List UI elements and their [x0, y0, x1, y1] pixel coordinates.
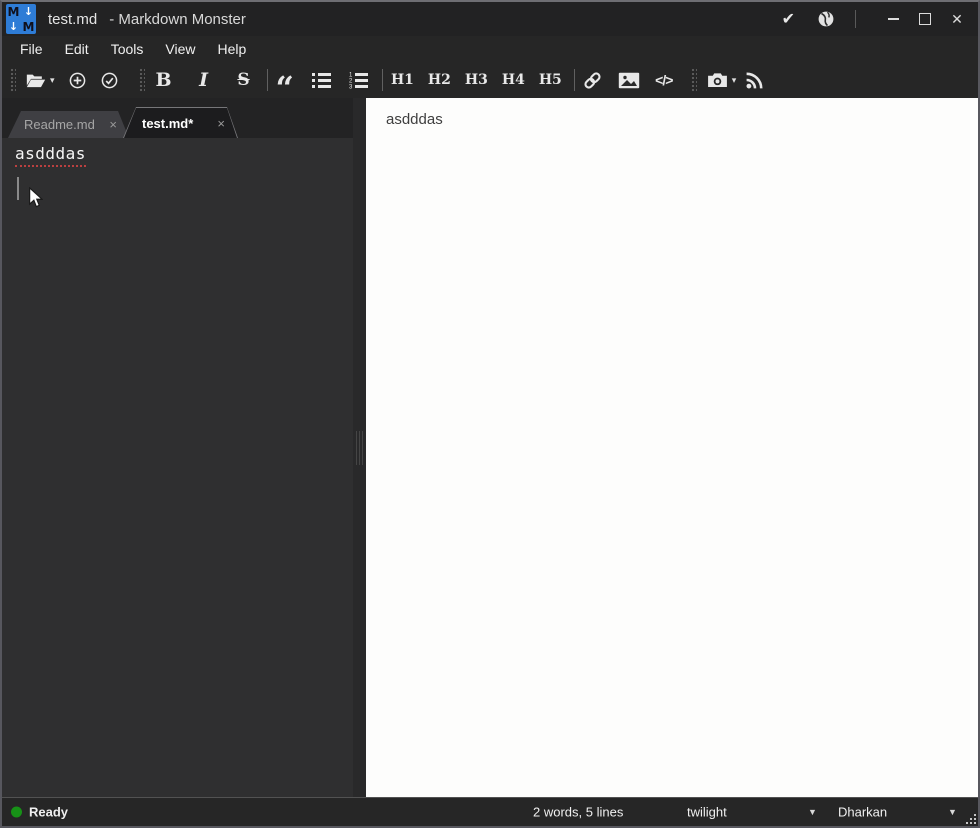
capture-dropdown-caret-icon[interactable]: ▾ [732, 75, 737, 86]
close-button[interactable]: ✕ [946, 8, 968, 30]
toolbar-grip[interactable] [10, 68, 16, 92]
camera-icon [707, 73, 727, 88]
maximize-icon [919, 13, 931, 25]
heading3-button[interactable]: H3 [465, 72, 488, 88]
mouse-cursor-icon [29, 187, 43, 208]
tab-test-active[interactable]: test.md* × [123, 107, 238, 138]
preview-text: asdddas [386, 111, 443, 128]
status-text: Ready [29, 804, 69, 820]
heading4-button[interactable]: H4 [502, 72, 525, 88]
numbered-list-button[interactable]: 1 2 3 [349, 72, 368, 89]
toolbar-separator [381, 69, 383, 91]
menu-item-help[interactable]: Help [206, 41, 257, 57]
insert-image-button[interactable] [618, 72, 640, 89]
check-icon[interactable]: ✔ [782, 9, 795, 29]
svg-text:3: 3 [349, 84, 353, 89]
tab-bar: Readme.md × test.md* × [2, 98, 353, 138]
plus-circle-icon [69, 72, 86, 88]
app-logo-icon: M ↓ ↓ M [6, 4, 36, 34]
menu-bar: File Edit Tools View Help [2, 36, 978, 62]
heading5-button[interactable]: H5 [539, 72, 562, 88]
word-count: 2 words, 5 lines [533, 804, 624, 820]
minimize-icon [887, 18, 899, 20]
toolbar-separator [573, 69, 575, 91]
toolbar: ▾ B I S “ 1 2 3 H1 H2 H3 H4 H5 </> ▾ [2, 62, 978, 104]
open-file-button[interactable]: ▾ [26, 73, 55, 88]
tab-readme[interactable]: Readme.md × [8, 111, 129, 138]
heading2-button[interactable]: H2 [428, 72, 451, 88]
menu-item-tools[interactable]: Tools [100, 41, 155, 57]
insert-code-button[interactable]: </> [655, 72, 673, 88]
link-icon [584, 71, 601, 89]
toolbar-grip[interactable] [690, 68, 697, 92]
bold-button[interactable]: B [155, 69, 173, 91]
check-circle-icon [101, 72, 118, 88]
main-area: Readme.md × test.md* × asdddas asdddas [2, 98, 978, 798]
editor-textarea[interactable]: asdddas [2, 138, 353, 798]
screen-capture-button[interactable]: ▾ [707, 72, 737, 88]
tab-close-icon[interactable]: × [107, 117, 119, 132]
titlebar-separator [855, 10, 856, 28]
italic-button[interactable]: I [195, 69, 213, 91]
bullet-list-icon [311, 72, 331, 88]
bullet-list-button[interactable] [311, 72, 331, 89]
status-bar: Ready 2 words, 5 lines twilight ▼ Dharka… [2, 797, 978, 826]
maximize-button[interactable] [914, 8, 936, 30]
editor-pane: Readme.md × test.md* × asdddas [2, 98, 353, 798]
tab-close-icon[interactable]: × [215, 116, 227, 131]
title-bar: M ↓ ↓ M test.md - Markdown Monster ✔ ✕ [2, 2, 978, 36]
toolbar-grip[interactable] [138, 68, 145, 92]
tab-label: Readme.md [24, 117, 95, 132]
tab-inner: test.md* × [124, 108, 237, 138]
strikethrough-button[interactable]: S [235, 70, 253, 90]
save-button[interactable] [101, 72, 119, 89]
menu-item-edit[interactable]: Edit [54, 41, 100, 57]
text-caret [17, 177, 19, 200]
insert-link-button[interactable] [583, 71, 602, 90]
editor-text: asdddas [15, 144, 86, 167]
globe-icon[interactable] [817, 10, 835, 28]
editor-theme-dropdown-arrow-icon[interactable]: ▼ [948, 807, 957, 817]
heading1-button[interactable]: H1 [391, 72, 414, 88]
rss-icon [746, 72, 763, 89]
toolbar-separator [266, 69, 268, 91]
app-window: M ↓ ↓ M test.md - Markdown Monster ✔ ✕ File… [0, 0, 980, 828]
open-dropdown-caret-icon[interactable]: ▾ [50, 75, 55, 86]
numbered-list-icon: 1 2 3 [349, 72, 368, 89]
preview-theme-dropdown-arrow-icon[interactable]: ▼ [808, 807, 817, 817]
preview-pane[interactable]: asdddas [366, 98, 978, 798]
new-document-button[interactable] [69, 72, 87, 89]
menu-item-view[interactable]: View [154, 41, 206, 57]
resize-grip[interactable] [964, 812, 977, 825]
minimize-button[interactable] [882, 8, 904, 30]
window-title-app: - Markdown Monster [109, 10, 246, 28]
preview-theme-dropdown[interactable]: twilight [687, 805, 727, 820]
menu-item-file[interactable]: File [9, 41, 54, 57]
status-dot-icon [11, 806, 22, 818]
image-icon [618, 72, 639, 88]
pane-splitter[interactable] [353, 98, 366, 798]
publish-weblog-button[interactable] [746, 72, 764, 89]
window-title-document: test.md [48, 10, 98, 28]
editor-theme-dropdown[interactable]: Dharkan [838, 805, 887, 820]
tab-label: test.md* [142, 115, 194, 131]
splitter-grip-icon [356, 431, 363, 465]
